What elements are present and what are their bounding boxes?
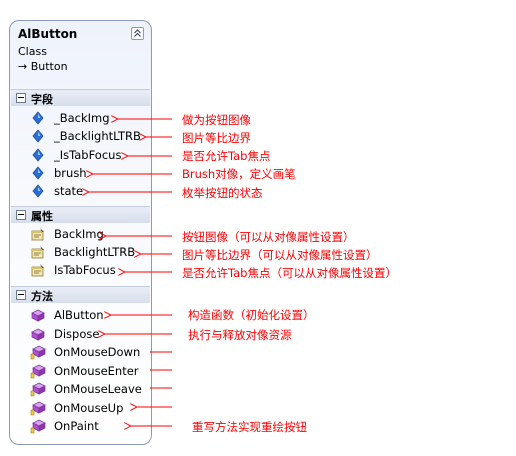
annotation-brush-field: Brush对像，定义画笔 bbox=[182, 167, 296, 181]
property-icon bbox=[30, 245, 46, 260]
property-icon bbox=[30, 227, 46, 242]
annotation-ctor: 构造函数（初始化设置） bbox=[188, 308, 315, 322]
fields-section-title: 字段 bbox=[31, 93, 53, 106]
private-field-icon bbox=[30, 166, 46, 181]
member-label: _BackImg bbox=[54, 111, 110, 125]
member-label: IsTabFocus bbox=[54, 263, 116, 277]
collapse-class-button[interactable] bbox=[131, 27, 144, 40]
member-label: OnMouseLeave bbox=[54, 382, 142, 396]
double-chevron-up-icon bbox=[134, 29, 141, 37]
class-header: AlButton Class → Button bbox=[10, 21, 151, 81]
member-label: BackImg bbox=[54, 227, 104, 241]
private-field-icon bbox=[30, 111, 46, 126]
member-label: OnMouseDown bbox=[54, 345, 141, 359]
class-name: AlButton bbox=[18, 27, 78, 41]
annotation-backlight-field: 图片等比边界 bbox=[182, 131, 251, 145]
annotation-state-field: 枚举按钮的状态 bbox=[182, 186, 263, 200]
annotation-dispose: 执行与释放对像资源 bbox=[188, 328, 292, 342]
property-icon bbox=[30, 263, 46, 278]
collapse-properties-toggle[interactable] bbox=[16, 210, 26, 220]
methods-section-title: 方法 bbox=[31, 290, 53, 303]
annotation-onpaint: 重写方法实现重绘按钮 bbox=[192, 420, 307, 434]
annotation-istabfocus-prop: 是否允许Tab焦点（可以从对像属性设置） bbox=[182, 266, 397, 280]
annotation-backimg-field: 做为按钮图像 bbox=[182, 113, 251, 127]
member-label: _BacklightLTRB bbox=[54, 129, 141, 144]
protected-method-icon bbox=[30, 419, 46, 434]
private-field-icon bbox=[30, 184, 46, 199]
collapse-methods-toggle[interactable] bbox=[16, 290, 26, 300]
inheritance-arrow-icon: → bbox=[18, 60, 28, 73]
collapse-fields-toggle[interactable] bbox=[16, 93, 26, 103]
method-icon bbox=[30, 327, 46, 342]
base-class: → Button bbox=[18, 60, 68, 73]
member-label: state bbox=[54, 184, 84, 199]
protected-method-icon bbox=[30, 345, 46, 360]
member-label: _IsTabFocus bbox=[54, 147, 122, 162]
base-class-name: Button bbox=[30, 60, 68, 73]
member-label: BacklightLTRB bbox=[54, 245, 136, 259]
protected-method-icon bbox=[30, 401, 46, 416]
protected-method-icon bbox=[30, 364, 46, 379]
member-label: OnPaint bbox=[54, 419, 99, 433]
member-label: brush bbox=[54, 165, 87, 180]
methods-section-header[interactable]: 方法 bbox=[11, 286, 150, 303]
protected-method-icon bbox=[30, 382, 46, 397]
class-kind: Class bbox=[18, 45, 47, 58]
method-icon bbox=[30, 308, 46, 323]
annotation-istabfocus-field: 是否允许Tab焦点 bbox=[182, 149, 271, 163]
properties-section-title: 属性 bbox=[31, 210, 53, 223]
member-label: OnMouseUp bbox=[54, 400, 124, 415]
fields-section-header[interactable]: 字段 bbox=[11, 89, 150, 106]
private-field-icon bbox=[30, 147, 46, 163]
member-label: AlButton bbox=[54, 308, 104, 322]
class-shape[interactable]: AlButton Class → Button 字段 _BackImg _Back… bbox=[9, 20, 152, 445]
annotation-backimg-prop: 按钮图像（可以从对像属性设置） bbox=[182, 230, 355, 244]
private-field-icon bbox=[30, 129, 46, 144]
properties-section-header[interactable]: 属性 bbox=[11, 206, 150, 223]
member-label: OnMouseEnter bbox=[54, 363, 139, 378]
annotation-backlight-prop: 图片等比边界（可以从对像属性设置） bbox=[182, 248, 378, 262]
member-label: Dispose bbox=[54, 326, 100, 341]
